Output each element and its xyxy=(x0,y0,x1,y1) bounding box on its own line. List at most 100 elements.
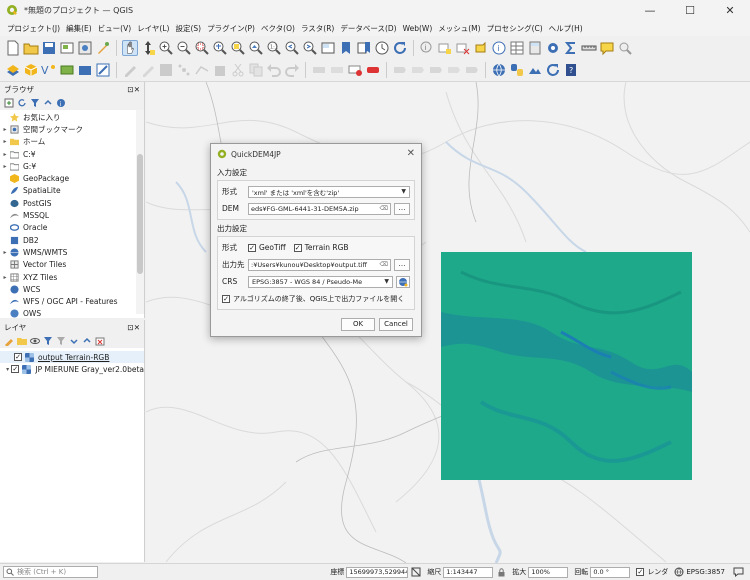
dem-path-input[interactable]: eds¥FG-GML-6441-31-DEM5A.zip ⌫ xyxy=(248,202,391,215)
new-bookmark-icon[interactable] xyxy=(338,40,354,56)
lock-scale-icon[interactable] xyxy=(497,567,506,577)
new-print-layout-icon[interactable] xyxy=(59,40,75,56)
properties-info-icon[interactable]: i xyxy=(56,98,66,108)
magnifier-field[interactable]: 100% xyxy=(528,566,569,578)
menu-processing[interactable]: プロセシング(C) xyxy=(484,23,546,34)
collapse-all-icon[interactable] xyxy=(43,98,53,108)
maximize-button[interactable]: ☐ xyxy=(670,0,710,20)
open-after-checkbox[interactable]: ✓ xyxy=(222,294,230,303)
save-project-icon[interactable] xyxy=(41,40,57,56)
rotation-field[interactable]: 0.0 ° xyxy=(590,566,631,578)
rotate-label-icon[interactable] xyxy=(410,62,426,78)
current-edits-icon[interactable] xyxy=(122,62,138,78)
map-tips-icon[interactable] xyxy=(599,40,615,56)
render-checkbox[interactable]: ✓ xyxy=(636,568,645,576)
pan-map-icon[interactable] xyxy=(122,40,138,56)
move-label-icon[interactable] xyxy=(392,62,408,78)
select-features-icon[interactable] xyxy=(437,40,453,56)
crs-globe-icon[interactable] xyxy=(674,567,684,577)
menu-view[interactable]: ビュー(V) xyxy=(95,23,134,34)
label-tool-icon[interactable] xyxy=(311,62,327,78)
new-project-icon[interactable] xyxy=(5,40,21,56)
output-path-input[interactable]: :¥Users¥kunou¥Desktop¥output.tiff ⌫ xyxy=(248,258,391,271)
toggle-extents-icon[interactable] xyxy=(411,567,421,577)
terrain-rgb-checkbox[interactable]: ✓ xyxy=(293,243,302,252)
browser-item-vector-tiles[interactable]: Vector Tiles xyxy=(0,259,144,271)
menu-database[interactable]: データベース(D) xyxy=(337,23,399,34)
copy-features-icon[interactable] xyxy=(248,62,264,78)
zoom-in-icon[interactable] xyxy=(158,40,174,56)
refresh-icon[interactable] xyxy=(392,40,408,56)
processing-toolbox-icon[interactable] xyxy=(545,40,561,56)
info-icon[interactable]: i xyxy=(491,40,507,56)
layout-manager-icon[interactable] xyxy=(77,40,93,56)
annotation-icon[interactable] xyxy=(473,40,489,56)
browser-item-ows[interactable]: OWS xyxy=(0,308,144,320)
add-point-icon[interactable] xyxy=(176,62,192,78)
browser-scrollbar-thumb[interactable] xyxy=(137,154,143,274)
collapse-all-icon[interactable] xyxy=(82,336,92,346)
show-bookmarks-icon[interactable] xyxy=(356,40,372,56)
browser-item-g-drive[interactable]: ▸ G:¥ xyxy=(0,160,144,172)
layer-styling-icon[interactable] xyxy=(4,336,14,346)
zoom-out-icon[interactable] xyxy=(176,40,192,56)
new-shapefile-icon[interactable]: V xyxy=(41,62,57,78)
search-locator-icon[interactable] xyxy=(617,40,633,56)
browser-item-bookmarks[interactable]: ▸ 空間ブックマーク xyxy=(0,123,144,135)
add-layer-icon[interactable] xyxy=(4,98,14,108)
input-format-select[interactable]: 'xml' または 'xml'を含む'zip' ▼ xyxy=(248,185,410,198)
menu-settings[interactable]: 設定(S) xyxy=(172,23,204,34)
digitize-icon[interactable] xyxy=(95,62,111,78)
expand-all-icon[interactable] xyxy=(69,336,79,346)
clear-icon[interactable]: ⌫ xyxy=(380,205,388,212)
filter-legend-icon[interactable] xyxy=(43,336,53,346)
add-group-icon[interactable] xyxy=(17,336,27,346)
browser-item-wms[interactable]: ▸ WMS/WMTS xyxy=(0,246,144,258)
browser-item-favorites[interactable]: お気に入り xyxy=(0,111,144,123)
attribute-table-icon[interactable] xyxy=(509,40,525,56)
panel-float-close-icon[interactable]: ⊡✕ xyxy=(127,85,140,94)
cut-features-icon[interactable] xyxy=(230,62,246,78)
save-edits-icon[interactable] xyxy=(158,62,174,78)
undo-icon[interactable] xyxy=(266,62,282,78)
style-manager-icon[interactable] xyxy=(95,40,111,56)
label-color-icon[interactable] xyxy=(365,62,381,78)
new-geopackage-icon[interactable] xyxy=(23,62,39,78)
browser-scrollbar[interactable] xyxy=(136,110,144,314)
zoom-last-icon[interactable] xyxy=(284,40,300,56)
output-browse-button[interactable]: … xyxy=(394,258,410,271)
locator-search-input[interactable]: 検索 (Ctrl + K) xyxy=(3,566,98,578)
new-map-view-icon[interactable] xyxy=(320,40,336,56)
measure-icon[interactable] xyxy=(581,40,597,56)
browser-item-mssql[interactable]: MSSQL xyxy=(0,209,144,221)
new-virtual-layer-icon[interactable] xyxy=(77,62,93,78)
filter-icon[interactable] xyxy=(30,98,40,108)
redo-icon[interactable] xyxy=(284,62,300,78)
menu-web[interactable]: Web(W) xyxy=(400,24,436,33)
deselect-icon[interactable] xyxy=(455,40,471,56)
plugin-help-icon[interactable]: ? xyxy=(563,62,579,78)
statistics-sum-icon[interactable] xyxy=(563,40,579,56)
identify-features-icon[interactable]: i xyxy=(419,40,435,56)
browser-item-oracle[interactable]: Oracle xyxy=(0,222,144,234)
menu-vector[interactable]: ベクタ(O) xyxy=(258,23,298,34)
browser-item-c-drive[interactable]: ▸ C:¥ xyxy=(0,148,144,160)
layer-row-mierune-gray[interactable]: ▾ ✓ JP MIERUNE Gray_ver2.0beta xyxy=(0,363,144,375)
manage-themes-icon[interactable] xyxy=(30,336,40,346)
zoom-full-icon[interactable] xyxy=(212,40,228,56)
highlight-label-icon[interactable] xyxy=(347,62,363,78)
layer-visibility-checkbox[interactable]: ✓ xyxy=(11,365,20,373)
project-crs[interactable]: EPSG:3857 xyxy=(686,568,725,576)
show-hide-labels-icon[interactable] xyxy=(446,62,462,78)
browser-item-postgis[interactable]: PostGIS xyxy=(0,197,144,209)
cancel-button[interactable]: Cancel xyxy=(379,318,413,331)
temporal-controller-icon[interactable] xyxy=(374,40,390,56)
diagram-tool-icon[interactable] xyxy=(464,62,480,78)
dialog-close-button[interactable]: ✕ xyxy=(407,148,415,159)
label-pin-icon[interactable] xyxy=(329,62,345,78)
browser-item-wfs[interactable]: WFS / OGC API - Features xyxy=(0,295,144,307)
zoom-native-icon[interactable]: 1:1 xyxy=(266,40,282,56)
browser-item-db2[interactable]: DB2 xyxy=(0,234,144,246)
vertex-tool-icon[interactable] xyxy=(194,62,210,78)
browser-item-geopackage[interactable]: GeoPackage xyxy=(0,172,144,184)
